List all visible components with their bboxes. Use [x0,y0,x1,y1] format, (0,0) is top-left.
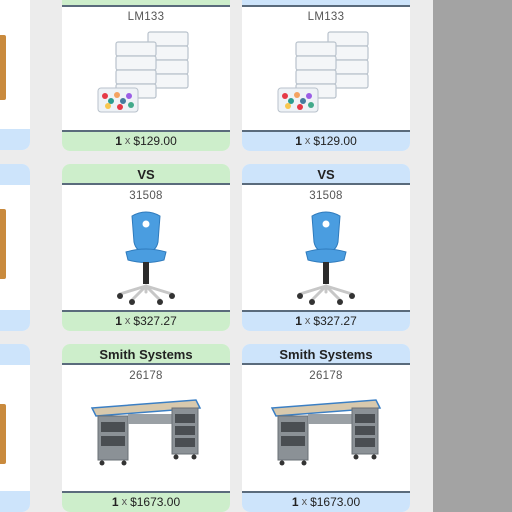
brand-label [62,0,230,7]
product-code: 31508 [129,190,163,202]
times-sign: x [304,314,311,327]
price: $1673.00 [130,494,181,509]
quantity: 1 [295,133,302,148]
quantity: 1 [295,313,302,328]
price: $129.00 [313,133,357,148]
quantity: 1 [111,494,119,509]
quantity: 1 [115,313,122,328]
product-card-partial[interactable] [0,0,30,150]
wood-shelf-icon [0,35,6,100]
product-card-partial[interactable] [0,344,30,512]
clear-storage-bins-icon [277,31,369,113]
product-card[interactable]: LM133 1 x $129.00 [242,0,410,151]
price: $1673.00 [310,494,361,509]
brand-label: VS [242,164,410,185]
times-sign: x [121,495,128,508]
storage-desk-icon [90,399,202,466]
price-row: 1 x $1673.00 [62,491,230,512]
price-band [0,491,30,512]
price-band [0,129,30,150]
brand-band [0,164,30,185]
product-code: 31508 [309,190,343,202]
price-row: 1 x $129.00 [242,130,410,151]
product-code: 26178 [309,370,343,382]
price-band [0,310,30,331]
product-card[interactable]: Smith Systems 26178 1 x $1673.00 [62,344,230,512]
price: $129.00 [133,133,177,148]
price: $327.27 [133,313,177,328]
blue-task-chair-icon [297,211,355,305]
quantity: 1 [115,133,122,148]
price-row: 1 x $129.00 [62,130,230,151]
quantity: 1 [291,494,299,509]
price-row: 1 x $327.27 [242,310,410,331]
times-sign: x [304,134,311,147]
product-card[interactable]: LM133 1 x $129.00 [62,0,230,151]
brand-label: VS [62,164,230,185]
times-sign: x [124,134,131,147]
brand-label [242,0,410,7]
clear-storage-bins-icon [97,31,189,113]
price-row: 1 x $327.27 [62,310,230,331]
product-card[interactable]: Smith Systems 26178 1 x $1673.00 [242,344,410,512]
blue-task-chair-icon [117,211,175,305]
price-row: 1 x $1673.00 [242,491,410,512]
wood-shelf-icon [0,404,6,464]
brand-label: Smith Systems [62,344,230,365]
wood-shelf-icon [0,209,6,279]
storage-desk-icon [270,399,382,466]
times-sign: x [124,314,131,327]
product-grid: LM133 1 x $129.00 LM133 1 x $129.00 VS 3… [0,0,433,512]
product-card[interactable]: VS 31508 1 x $327.27 [62,164,230,331]
product-code: LM133 [127,11,165,23]
brand-band [0,344,30,365]
price: $327.27 [313,313,357,328]
brand-label: Smith Systems [242,344,410,365]
product-card-partial[interactable] [0,164,30,331]
product-card[interactable]: VS 31508 1 x $327.27 [242,164,410,331]
times-sign: x [301,495,308,508]
product-code: LM133 [307,11,345,23]
side-panel [433,0,512,512]
product-code: 26178 [129,370,163,382]
